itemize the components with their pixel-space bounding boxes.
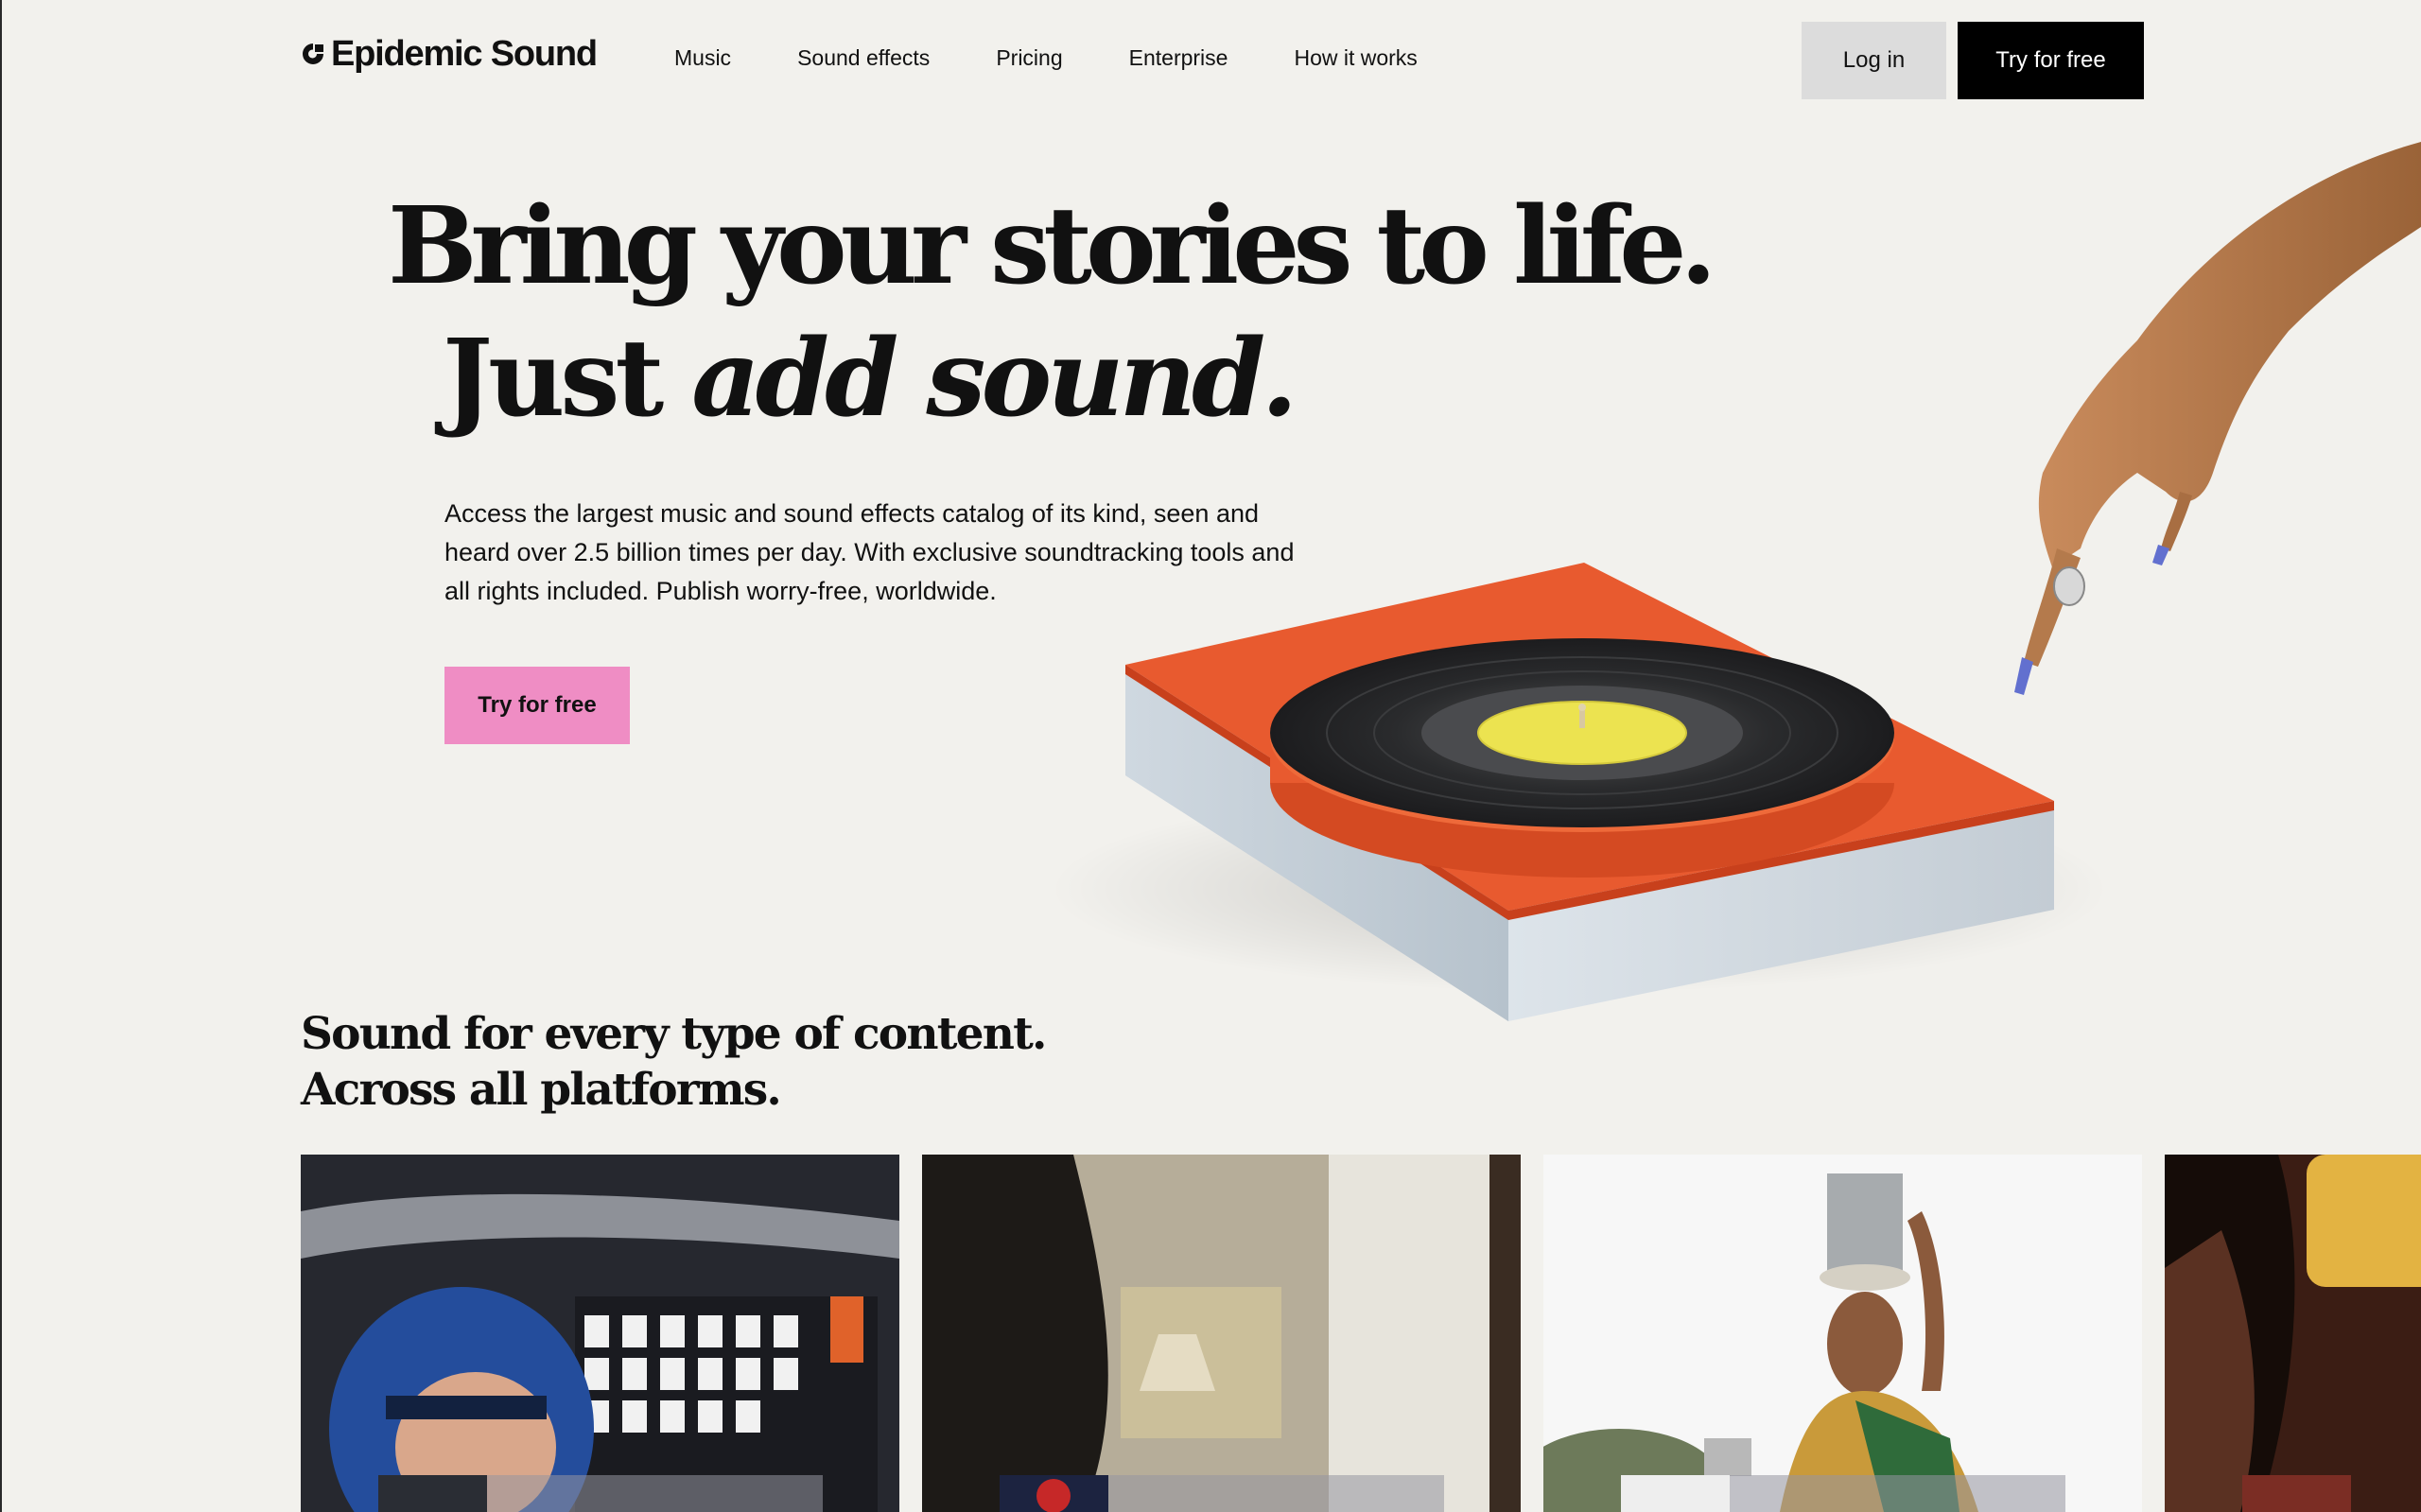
try-for-free-nav-button[interactable]: Try for free — [1958, 22, 2144, 99]
content-card[interactable] — [1543, 1155, 2142, 1512]
nav-link-how-it-works[interactable]: How it works — [1294, 47, 1417, 69]
turntable-illustration — [1050, 142, 2421, 1021]
epidemic-logo-icon — [303, 43, 323, 64]
nav-link-sound-effects[interactable]: Sound effects — [797, 47, 930, 69]
login-button[interactable]: Log in — [1802, 22, 1946, 99]
racing-driver-image — [301, 1155, 899, 1512]
closeup-face-image — [2165, 1155, 2421, 1512]
try-for-free-hero-button[interactable]: Try for free — [444, 667, 630, 744]
brand-name: Epidemic Sound — [331, 34, 598, 74]
card-thumbnail — [1000, 1475, 1108, 1512]
nav-link-music[interactable]: Music — [674, 47, 731, 69]
main-menu: Music Sound effects Pricing Enterprise H… — [674, 47, 1418, 69]
section-heading-line1: Sound for every type of content. — [301, 1008, 1047, 1060]
card-thumbnail — [378, 1475, 487, 1512]
room-scene-image — [922, 1155, 1521, 1512]
top-navigation: Epidemic Sound Music Sound effects Prici… — [0, 0, 2421, 123]
section-heading-line2: Across all platforms. — [301, 1064, 782, 1116]
content-card[interactable] — [301, 1155, 899, 1512]
nav-link-enterprise[interactable]: Enterprise — [1129, 47, 1228, 69]
window-edge — [0, 0, 2, 1512]
hero-headline-plain: Just — [443, 317, 692, 441]
content-card[interactable] — [2165, 1155, 2421, 1512]
section-heading: Sound for every type of content. Across … — [301, 1006, 1047, 1118]
content-card[interactable] — [922, 1155, 1521, 1512]
nav-link-pricing[interactable]: Pricing — [996, 47, 1062, 69]
card-thumbnail — [1621, 1475, 1730, 1512]
brand-logo[interactable]: Epidemic Sound — [301, 34, 598, 74]
content-carousel — [301, 1155, 2421, 1512]
woman-carrying-pot-image — [1543, 1155, 2142, 1512]
